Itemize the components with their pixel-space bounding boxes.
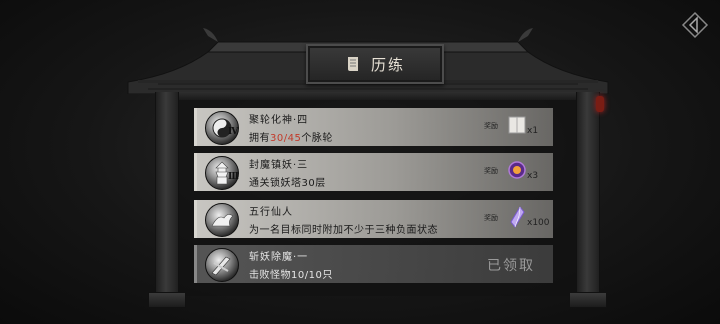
reward-label: 奖励 [484,214,498,222]
tier-badge: Ⅳ [228,127,239,137]
roof-beam [160,92,590,100]
crystal-shard-icon [510,206,525,228]
progress-total: 45 [287,133,302,144]
quest-row-1[interactable]: Ⅳ 聚轮化神·四 拥有30/45个脉轮 奖励 x1 [194,108,553,146]
right-pillar [576,92,600,300]
quest-description: 击败怪物10/10只 [249,270,333,281]
reward-label: 奖励 [484,122,498,130]
right-pillar-base [569,292,607,308]
reward-count: x1 [527,126,539,136]
quest-description: 拥有30/45个脉轮 [249,133,333,144]
quest-description: 为一名目标同时附加不少于三种负面状态 [249,225,438,236]
scroll-icon [347,57,358,71]
quest-row-2[interactable]: Ⅲ 封魔镇妖·三 通关锁妖塔30层 奖励 x3 [194,153,553,191]
quest-name: 斩妖除魔·一 [249,252,309,263]
left-pillar [155,92,179,300]
quest-description: 通关锁妖塔30层 [249,178,326,189]
quest-name: 封魔镇妖·三 [249,160,309,171]
quest-name: 聚轮化神·四 [249,115,309,126]
quest-row-3[interactable]: 五行仙人 为一名目标同时附加不少于三种负面状态 奖励 x100 [194,200,553,238]
reward-count: x3 [527,171,539,181]
sword-slash-icon [205,248,239,282]
reward-count: x100 [527,218,550,228]
quest-scene: 历练 Ⅳ 聚轮化神·四 拥有30/45个脉轮 奖励 x1 Ⅲ 封魔镇妖·三 通关… [0,0,720,324]
quest-name: 五行仙人 [249,207,293,218]
claimed-status: 已领取 [487,258,535,274]
immortal-figure-icon [205,203,239,237]
menu-icon[interactable] [680,10,710,40]
quest-row-4[interactable]: 斩妖除魔·一 击败怪物10/10只 已领取 [194,245,553,283]
page-title: 历练 [370,55,405,74]
title-plaque: 历练 [306,44,444,84]
reward-label: 奖励 [484,167,498,175]
purple-orb-icon [508,161,526,179]
lantern-icon [596,96,604,112]
scroll-book-icon [508,116,526,134]
progress-current: 30 [270,133,284,144]
left-pillar-base [148,292,186,308]
tier-badge: Ⅲ [228,172,239,182]
